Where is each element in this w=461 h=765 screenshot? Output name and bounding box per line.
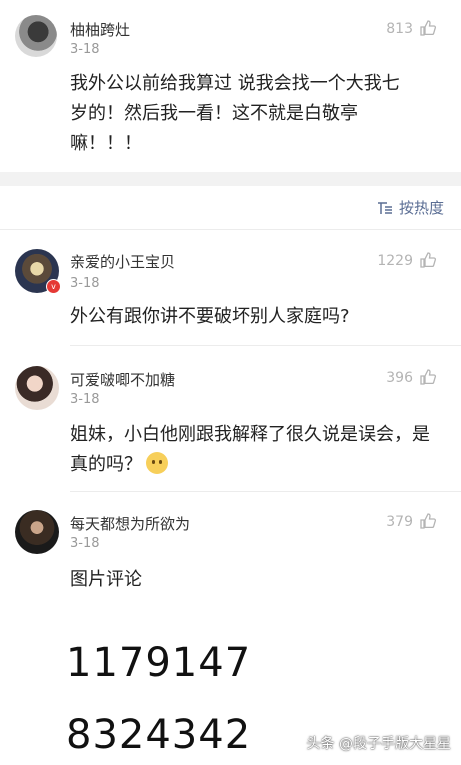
divider xyxy=(0,229,461,230)
comment-author-name[interactable]: 亲爱的小王宝贝 xyxy=(70,251,175,272)
comment-text: 图片评论 xyxy=(70,569,142,590)
thumbs-up-icon[interactable] xyxy=(419,19,437,37)
image-comment-number-line-2[interactable]: 8324342 xyxy=(66,712,248,758)
sort-by-hot-button[interactable]: 按热度 xyxy=(377,197,444,218)
thumbs-up-icon[interactable] xyxy=(419,512,437,530)
divider xyxy=(70,345,461,346)
comment-text: 姐妹，小白他刚跟我解释了很久说是误会，是真的吗？ xyxy=(70,420,430,480)
comment-date: 3-18 xyxy=(70,276,100,291)
like-count: 396 xyxy=(386,370,413,386)
comment-date: 3-18 xyxy=(70,392,100,407)
sort-label: 按热度 xyxy=(398,199,444,217)
like-count: 1229 xyxy=(377,253,413,269)
section-divider xyxy=(0,172,461,186)
avatar[interactable] xyxy=(15,366,59,410)
divider xyxy=(70,491,461,492)
like-count: 813 xyxy=(386,21,413,37)
sort-icon xyxy=(377,202,392,214)
comment-author-name[interactable]: 柚柚跨灶 xyxy=(70,19,130,40)
comment-author-name[interactable]: 可爱啵唧不加糖 xyxy=(70,369,175,390)
thumbs-up-icon[interactable] xyxy=(419,368,437,386)
like-count: 379 xyxy=(386,514,413,530)
emoji-icon xyxy=(146,452,168,474)
comment-author-name[interactable]: 每天都想为所欲为 xyxy=(70,513,190,534)
comment-date: 3-18 xyxy=(70,536,100,551)
avatar[interactable] xyxy=(15,510,59,554)
image-comment-number-line-1[interactable]: 11791475 xyxy=(66,640,248,686)
thumbs-up-icon[interactable] xyxy=(419,251,437,269)
comment-date: 3-18 xyxy=(70,42,100,57)
watermark: 头条 @段子手版大星星 xyxy=(306,736,451,752)
avatar[interactable] xyxy=(15,15,57,57)
comment-text-content: 姐妹，小白他刚跟我解释了很久说是误会，是真的吗？ xyxy=(70,424,430,475)
verified-badge-icon: v xyxy=(46,279,61,294)
comment-text: 我外公以前给我算过 说我会找一个大我七岁的！然后我一看！这不就是白敬亭嘛！！！ xyxy=(70,73,400,154)
comment-text: 外公有跟你讲不要破坏别人家庭吗? xyxy=(70,306,350,327)
